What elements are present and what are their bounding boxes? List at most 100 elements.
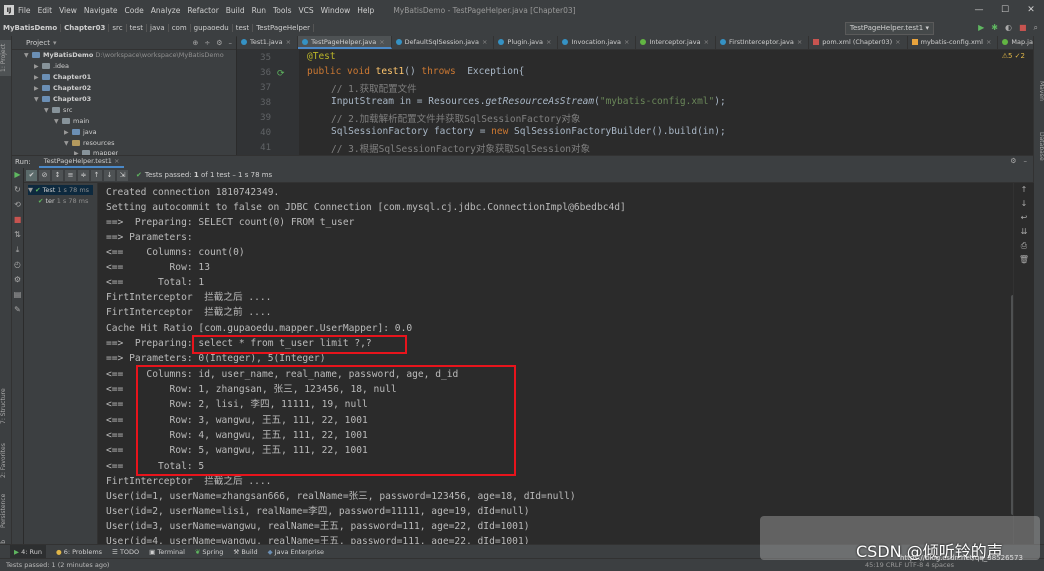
status-message[interactable]: Tests passed: 1 (2 minutes ago) [6, 559, 109, 571]
gear-icon[interactable]: ⚙ [1010, 157, 1016, 165]
chevron-down-icon[interactable]: ▼ [44, 105, 52, 116]
export-icon[interactable]: ⇲ [117, 170, 128, 181]
editor-tab-invocation[interactable]: Invocation.java× [558, 36, 636, 49]
tool-tab-structure[interactable]: 7: Structure [0, 386, 11, 426]
close-icon[interactable]: × [704, 38, 709, 46]
hide-icon[interactable]: – [1024, 157, 1028, 165]
breadcrumb-test[interactable]: test [127, 24, 147, 32]
menu-file[interactable]: File [18, 6, 31, 15]
breadcrumb-gupaoedu[interactable]: gupaoedu [191, 24, 233, 32]
show-passed-icon[interactable]: ✔ [26, 170, 37, 181]
editor-tab-firstinterceptor[interactable]: FirstInterceptor.java× [716, 36, 809, 49]
minimize-button[interactable]: — [966, 0, 992, 20]
menu-view[interactable]: View [59, 6, 77, 15]
tool-tab-run[interactable]: ▶ 4: Run [10, 545, 46, 559]
search-icon[interactable]: ⌕ [1034, 22, 1038, 33]
console-output[interactable]: Created connection 1810742349. Setting a… [98, 183, 1013, 544]
close-icon[interactable]: × [379, 38, 384, 46]
import-tests-icon[interactable]: ⤓ [12, 242, 23, 257]
tool-tab-todo[interactable]: ☰ TODO [112, 545, 139, 559]
tool-tab-favorites[interactable]: 2: Favorites [0, 441, 11, 481]
tree-item-mapper[interactable]: ▶mapper [74, 148, 118, 155]
menu-edit[interactable]: Edit [38, 6, 53, 15]
test-result-row[interactable]: ✔ter1 s 78 ms [38, 196, 88, 206]
chevron-down-icon[interactable]: ▼ [24, 50, 32, 61]
maximize-button[interactable]: ☐ [992, 0, 1018, 20]
chevron-down-icon[interactable]: ▼ [64, 138, 72, 149]
breadcrumb-src[interactable]: src [109, 24, 126, 32]
gear-icon[interactable]: ⚙ [216, 39, 222, 47]
tree-item-java[interactable]: ▶java [64, 127, 97, 138]
scroll-to-end-icon[interactable]: ⇊ [1014, 225, 1034, 239]
collapse-all-icon[interactable]: ≑ [78, 170, 89, 181]
project-panel-title[interactable]: Project [26, 39, 50, 47]
close-icon[interactable]: × [797, 38, 802, 46]
breadcrumb-module[interactable]: Chapter03 [61, 24, 109, 32]
prev-icon[interactable]: ↑ [91, 170, 102, 181]
rerun-failed-icon[interactable]: ↻ [12, 182, 23, 197]
tree-item-chapter03[interactable]: ▼Chapter03 [34, 94, 91, 105]
run-icon[interactable]: ▶ [978, 22, 984, 33]
layout-icon[interactable]: ▤ [12, 287, 23, 302]
close-icon[interactable]: × [482, 38, 487, 46]
menu-build[interactable]: Build [226, 6, 245, 15]
editor-tab-test1[interactable]: Test1.java× [237, 36, 298, 49]
tree-item-idea[interactable]: ▶.idea [34, 61, 69, 72]
chevron-right-icon[interactable]: ▶ [34, 61, 42, 72]
show-ignored-icon[interactable]: ⊘ [39, 170, 50, 181]
editor-tab-plugin[interactable]: Plugin.java× [494, 36, 558, 49]
chevron-right-icon[interactable]: ▶ [34, 83, 42, 94]
menu-vcs[interactable]: VCS [298, 6, 313, 15]
editor-tab-testpagehelper[interactable]: TestPageHelper.java× [298, 36, 392, 49]
settings-icon[interactable]: ⚙ [12, 272, 23, 287]
menu-code[interactable]: Code [125, 6, 144, 15]
sort-alpha-icon[interactable]: ↕ [52, 170, 63, 181]
close-icon[interactable]: × [895, 38, 900, 46]
expand-all-icon[interactable]: ≡ [65, 170, 76, 181]
arrow-up-icon[interactable]: ↑ [1014, 183, 1034, 197]
menu-help[interactable]: Help [357, 6, 374, 15]
chevron-down-icon[interactable]: ▼ [54, 116, 62, 127]
tree-item-src[interactable]: ▼src [44, 105, 73, 116]
pin-icon[interactable]: ✎ [12, 302, 23, 317]
menu-tools[interactable]: Tools [273, 6, 291, 15]
debug-icon[interactable]: ✱ [991, 22, 998, 33]
close-icon[interactable]: × [986, 38, 991, 46]
close-icon[interactable]: × [286, 38, 291, 46]
close-window-button[interactable]: ✕ [1018, 0, 1044, 20]
collapse-icon[interactable]: ÷ [204, 39, 210, 47]
menu-analyze[interactable]: Analyze [151, 6, 181, 15]
tree-root-project[interactable]: ▼MyBatisDemo D:\workspace\workspace\MyBa… [24, 50, 224, 61]
code-editor[interactable]: 35 36 37 38 39 40 41 ⟳ @Test public void… [237, 50, 1033, 155]
stop-icon[interactable]: ■ [1019, 22, 1027, 33]
locate-icon[interactable]: ⊕ [192, 39, 198, 47]
hide-icon[interactable]: – [229, 39, 233, 47]
print-icon[interactable]: ⎙ [1014, 239, 1034, 253]
tool-tab-terminal[interactable]: ▣ Terminal [149, 545, 185, 559]
menu-refactor[interactable]: Refactor [187, 6, 218, 15]
editor-tab-mybatis-config[interactable]: mybatis-config.xml× [908, 36, 999, 49]
breadcrumb-project[interactable]: MyBatisDemo [0, 24, 61, 32]
tool-tab-problems[interactable]: ● 6: Problems [56, 545, 102, 559]
run-tab[interactable]: TestPageHelper.test1 × [39, 156, 125, 168]
breadcrumb-test-package[interactable]: test [233, 24, 253, 32]
chevron-down-icon[interactable]: ▼ [34, 94, 42, 105]
breadcrumb-class[interactable]: TestPageHelper [253, 24, 314, 32]
soft-wrap-icon[interactable]: ↩ [1014, 211, 1034, 225]
sort-icon[interactable]: ⇅ [12, 227, 23, 242]
run-configuration-select[interactable]: TestPageHelper.test1 ▾ [845, 22, 934, 35]
tool-tab-persistence[interactable]: Persistence [0, 491, 11, 531]
stop-icon[interactable]: ■ [12, 212, 23, 227]
tool-tab-database[interactable]: Database [1034, 126, 1044, 166]
close-icon[interactable]: × [624, 38, 629, 46]
breadcrumb-java[interactable]: java [147, 24, 169, 32]
chevron-right-icon[interactable]: ▶ [64, 127, 72, 138]
editor-tab-interceptor[interactable]: Interceptor.java× [636, 36, 716, 49]
menu-navigate[interactable]: Navigate [84, 6, 118, 15]
test-result-row[interactable]: ▼ ✔Test1 s 78 ms [28, 185, 93, 195]
breadcrumb-com[interactable]: com [169, 24, 191, 32]
tree-item-chapter02[interactable]: ▶Chapter02 [34, 83, 91, 94]
chevron-down-icon[interactable]: ▾ [53, 39, 57, 47]
chevron-right-icon[interactable]: ▶ [34, 72, 42, 83]
next-icon[interactable]: ↓ [104, 170, 115, 181]
